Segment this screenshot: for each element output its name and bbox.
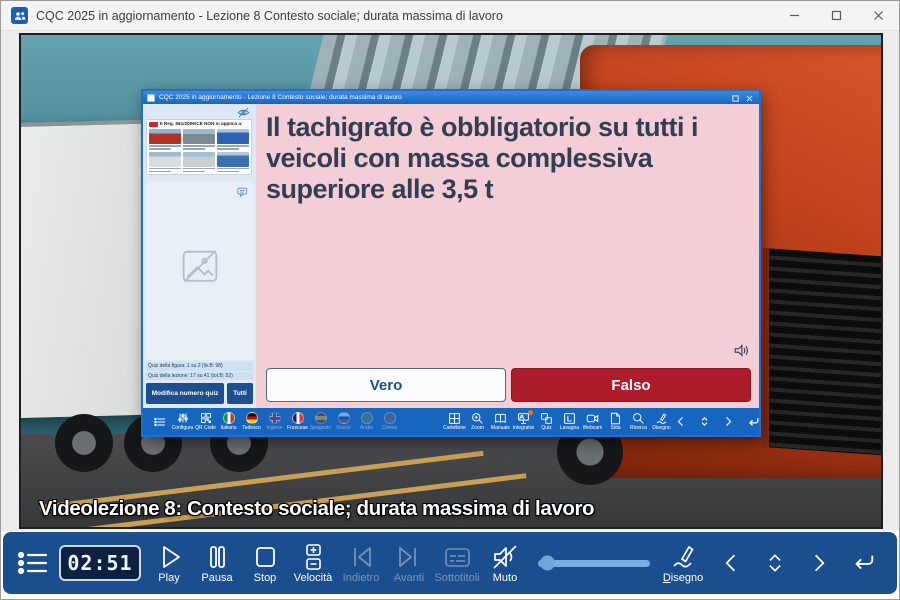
volume-slider[interactable] — [529, 560, 659, 567]
thumbnail-vehicle — [183, 129, 215, 150]
language-italian-button[interactable]: Italiano — [217, 412, 240, 431]
language-spanish-button[interactable]: Spagnolo — [309, 412, 332, 431]
thumbnail-vehicle — [149, 129, 181, 150]
quiz-flip-icon[interactable] — [697, 415, 712, 428]
qr-code-button[interactable]: QR Code — [194, 412, 217, 431]
thumbnail-vehicle — [217, 152, 249, 173]
maximize-icon[interactable] — [815, 1, 857, 31]
draw-button[interactable]: Disegno — [650, 412, 673, 432]
quiz-dialog: CQC 2025 in aggiornamento - Lezione 8 Co… — [141, 89, 761, 437]
thumbnail-vehicle — [183, 152, 215, 173]
scene-wheel — [55, 414, 113, 472]
audio-speaker-icon[interactable] — [733, 343, 750, 363]
playlist-menu-icon[interactable] — [11, 548, 55, 578]
search-button[interactable]: Ricerca — [627, 412, 650, 432]
quiz-next-icon[interactable] — [721, 415, 736, 428]
subtitles-button[interactable]: Sottotitoli — [433, 543, 481, 584]
comment-bubble-icon[interactable] — [237, 185, 248, 203]
next-lesson-icon[interactable] — [803, 551, 835, 575]
stop-button[interactable]: Stop — [241, 543, 289, 584]
quiz-lesson-counter: Quiz della lezione: 17 su 41 (tot.B: 52) — [146, 372, 253, 381]
language-arabic-button[interactable]: Arabo — [355, 412, 378, 431]
video-caption: Videolezione 8: Contesto sociale; durata… — [39, 497, 594, 521]
minimize-icon[interactable] — [773, 1, 815, 31]
configure-button[interactable]: Configura — [171, 412, 194, 431]
no-image-placeholder-icon — [178, 246, 222, 291]
language-chinese-button[interactable]: Cinese — [378, 412, 401, 431]
slider-track[interactable] — [538, 560, 650, 567]
quiz-return-icon[interactable] — [745, 415, 760, 429]
quiz-figure-thumbnail[interactable]: Il Reg. 561/2006/CE NON si applica a: — [146, 119, 252, 175]
quiz-dialog-title: CQC 2025 in aggiornamento - Lezione 8 Co… — [159, 94, 732, 101]
modify-quiz-number-button[interactable]: Modifica numero quiz — [146, 383, 224, 404]
question-area: Il tachigrafo è obbligatorio su tutti i … — [256, 104, 759, 408]
integrativi-button[interactable]: Integrativi — [512, 412, 535, 432]
close-icon[interactable] — [857, 1, 899, 31]
cartellone-button[interactable]: Cartellone — [443, 412, 466, 432]
scene-truck-grille — [763, 248, 883, 457]
thumbnail-vehicle — [217, 129, 249, 150]
thumbnail-title: Il Reg. 561/2006/CE NON si applica a: — [160, 122, 243, 127]
stage: Videolezione 8: Contesto sociale; durata… — [1, 31, 899, 531]
thumbnail-vehicle — [149, 152, 181, 173]
language-french-button[interactable]: Francese — [286, 412, 309, 431]
return-icon[interactable] — [847, 550, 879, 576]
webcam-button[interactable]: Webcam — [581, 412, 604, 432]
play-button[interactable]: Play — [145, 543, 193, 584]
quiz-number-tag — [149, 122, 158, 127]
question-text: Il tachigrafo è obbligatorio su tutti i … — [266, 112, 751, 205]
titlebar: CQC 2025 in aggiornamento - Lezione 8 Co… — [1, 1, 899, 31]
sida-button[interactable]: Sida — [604, 412, 627, 432]
language-english-button[interactable]: Inglese — [263, 412, 286, 431]
quiz-button[interactable]: Quiz — [535, 412, 558, 432]
flip-icon[interactable] — [759, 551, 791, 575]
quiz-dialog-icon — [147, 94, 155, 102]
answer-vero-button[interactable]: Vero — [266, 368, 506, 402]
pause-button[interactable]: Pausa — [193, 543, 241, 584]
hide-image-icon[interactable] — [237, 106, 250, 119]
draw-button[interactable]: Disegno — [659, 543, 707, 584]
quiz-left-panel: Il Reg. 561/2006/CE NON si applica a: — [143, 104, 256, 408]
speed-button[interactable]: Velocità — [289, 543, 337, 584]
language-german-button[interactable]: Tedesco — [240, 412, 263, 431]
quiz-figure-counter: Quiz della figura: 1 su 2 (liv.B: 98) — [146, 362, 253, 371]
language-russian-button[interactable]: Russo — [332, 412, 355, 431]
zoom-button[interactable]: Zoom — [466, 412, 489, 432]
forward-button[interactable]: Avanti — [385, 543, 433, 584]
quiz-menu-icon[interactable] — [148, 416, 171, 428]
back-button[interactable]: Indietro — [337, 543, 385, 584]
all-quizzes-button[interactable]: Tutti — [227, 383, 253, 404]
quiz-toolbar: Configura QR Code Italiano Tedesco Ingle… — [143, 408, 759, 435]
answer-falso-button[interactable]: Falso — [511, 368, 751, 402]
prev-lesson-icon[interactable] — [715, 551, 747, 575]
slider-thumb[interactable] — [540, 556, 555, 571]
elapsed-time-display: 02:51 — [59, 545, 141, 581]
app-icon — [11, 7, 28, 24]
notification-badge — [528, 410, 533, 415]
quiz-dialog-titlebar[interactable]: CQC 2025 in aggiornamento - Lezione 8 Co… — [143, 91, 759, 104]
quiz-prev-icon[interactable] — [673, 415, 688, 428]
manual-button[interactable]: Manuale — [489, 412, 512, 432]
lavagna-button[interactable]: Lavagna — [558, 412, 581, 432]
comment-panel — [146, 181, 253, 360]
player-bar: 02:51 Play Pausa Stop Velocità Indietro … — [3, 532, 897, 594]
app-window: CQC 2025 in aggiornamento - Lezione 8 Co… — [0, 0, 900, 600]
window-title: CQC 2025 in aggiornamento - Lezione 8 Co… — [36, 9, 773, 23]
mute-button[interactable]: Muto — [481, 543, 529, 584]
